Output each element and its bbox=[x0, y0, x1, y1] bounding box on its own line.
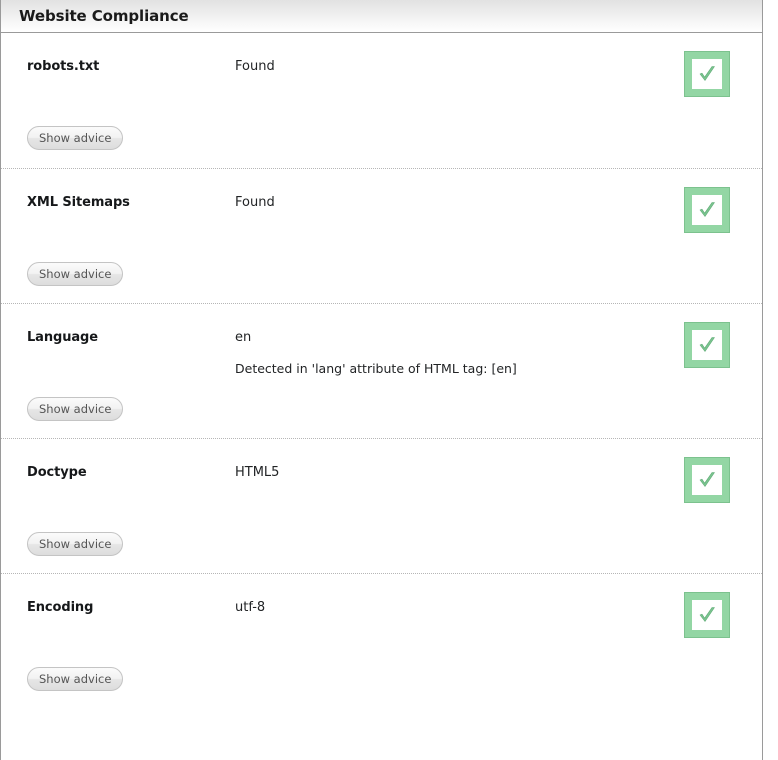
green-check-icon bbox=[684, 51, 730, 97]
website-compliance-panel: Website Compliance robots.txt Found Show… bbox=[0, 0, 763, 760]
row-value: Found bbox=[235, 59, 275, 74]
row-label: Language bbox=[27, 330, 98, 345]
row-value: en bbox=[235, 330, 252, 345]
compliance-row-language: Language en Detected in 'lang' attribute… bbox=[1, 303, 762, 438]
show-advice-button[interactable]: Show advice bbox=[27, 126, 124, 150]
show-advice-button[interactable]: Show advice bbox=[27, 667, 124, 691]
compliance-row-doctype: Doctype HTML5 Show advice bbox=[1, 438, 762, 573]
green-check-icon bbox=[684, 322, 730, 368]
row-value: Found bbox=[235, 195, 275, 210]
panel-header: Website Compliance bbox=[1, 0, 762, 33]
row-value: HTML5 bbox=[235, 465, 280, 480]
row-label: robots.txt bbox=[27, 59, 100, 74]
page-title: Website Compliance bbox=[19, 7, 189, 25]
row-value: utf-8 bbox=[235, 600, 266, 615]
show-advice-button[interactable]: Show advice bbox=[27, 262, 124, 286]
row-label: Encoding bbox=[27, 600, 94, 615]
show-advice-button[interactable]: Show advice bbox=[27, 532, 124, 556]
green-check-icon bbox=[684, 457, 730, 503]
compliance-rows-list: robots.txt Found Show advice XML Sitemap… bbox=[1, 33, 762, 708]
compliance-row-encoding: Encoding utf-8 Show advice bbox=[1, 573, 762, 708]
compliance-row-xml-sitemaps: XML Sitemaps Found Show advice bbox=[1, 168, 762, 303]
green-check-icon bbox=[684, 187, 730, 233]
row-detail-text: Detected in 'lang' attribute of HTML tag… bbox=[235, 361, 517, 376]
row-label: Doctype bbox=[27, 465, 87, 480]
show-advice-button[interactable]: Show advice bbox=[27, 397, 124, 421]
row-label: XML Sitemaps bbox=[27, 195, 130, 210]
compliance-row-robots-txt: robots.txt Found Show advice bbox=[1, 33, 762, 168]
green-check-icon bbox=[684, 592, 730, 638]
